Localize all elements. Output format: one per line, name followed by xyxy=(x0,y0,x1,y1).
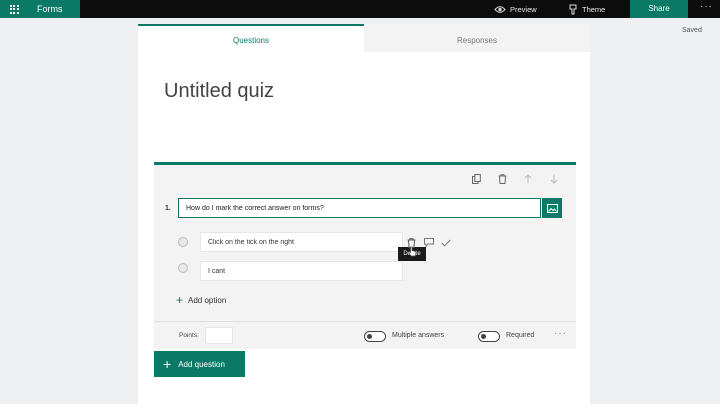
option-radio-1[interactable] xyxy=(178,237,188,247)
arrow-down-icon[interactable] xyxy=(548,173,560,185)
tab-responses[interactable]: Responses xyxy=(364,24,590,52)
question-text-input[interactable] xyxy=(178,198,541,218)
required-label: Required xyxy=(506,332,535,339)
eye-icon xyxy=(494,5,506,13)
image-icon xyxy=(546,203,558,213)
waffle-icon xyxy=(9,4,19,14)
option-input-1[interactable] xyxy=(200,232,403,252)
theme-button[interactable]: Theme xyxy=(568,0,605,18)
question-number: 1. xyxy=(165,205,171,212)
cursor-pointer-icon xyxy=(407,246,418,257)
plus-icon: + xyxy=(163,356,172,372)
copy-icon[interactable] xyxy=(470,173,482,185)
add-option-button[interactable]: + Add option xyxy=(176,293,227,307)
required-toggle[interactable] xyxy=(478,331,500,342)
comment-icon[interactable] xyxy=(423,237,434,248)
share-button[interactable]: Share xyxy=(630,0,688,18)
points-label: Points: xyxy=(179,332,199,339)
save-status: Saved xyxy=(682,27,702,34)
top-bar: Forms Preview Theme Share ··· xyxy=(0,0,720,18)
tab-questions[interactable]: Questions xyxy=(138,24,364,52)
correct-answer-check-icon[interactable] xyxy=(440,237,451,248)
question-card[interactable]: 1. Delete xyxy=(154,162,576,349)
form-card: Questions Responses Untitled quiz 1. How… xyxy=(138,24,590,404)
preview-button[interactable]: Preview xyxy=(494,0,537,18)
add-question-button[interactable]: + Add question xyxy=(154,351,245,377)
multiple-answers-label: Multiple answers xyxy=(392,332,445,339)
arrow-up-icon[interactable] xyxy=(522,173,534,185)
question-footer: Points: Multiple answers Required ··· xyxy=(154,321,576,349)
plus-icon: + xyxy=(176,293,184,307)
app-launcher-button[interactable] xyxy=(0,0,28,18)
points-input[interactable] xyxy=(205,327,233,344)
add-option-label: Add option xyxy=(188,295,227,305)
app-name[interactable]: Forms xyxy=(28,0,80,18)
theme-label: Theme xyxy=(582,4,606,14)
paint-icon xyxy=(569,4,577,14)
quiz-title[interactable]: Untitled quiz xyxy=(164,80,274,103)
option-input-2[interactable] xyxy=(200,261,403,281)
insert-media-button[interactable] xyxy=(542,198,562,218)
multiple-answers-toggle[interactable] xyxy=(364,331,386,342)
more-options-button[interactable]: ··· xyxy=(700,0,713,18)
preview-label: Preview xyxy=(510,4,537,14)
add-question-label: Add question xyxy=(178,359,225,369)
option-radio-2[interactable] xyxy=(178,263,188,273)
question-more-button[interactable]: ··· xyxy=(554,328,567,339)
trash-icon[interactable] xyxy=(496,173,508,185)
